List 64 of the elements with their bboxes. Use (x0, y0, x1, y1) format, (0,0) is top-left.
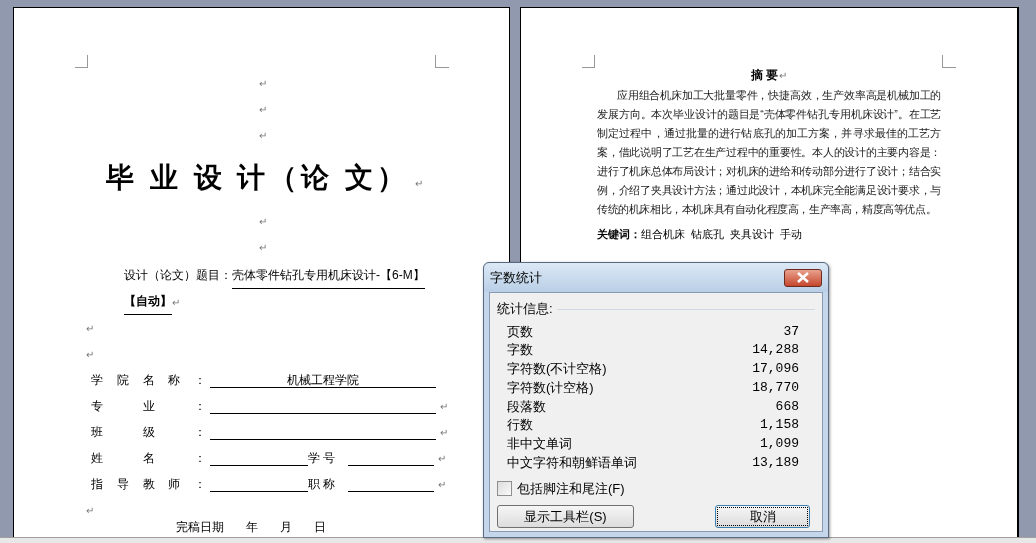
topic-label: 设计（论文）题目： (124, 267, 232, 284)
abstract-heading: 摘 要 (750, 67, 779, 84)
stat-value: 1,158 (760, 416, 799, 435)
abstract-paragraph: 应用组合机床加工大批量零件，快捷高效，生产效率高是机械加工的发展方向。本次毕业设计的题目是“壳体零件钻孔专用机床设计”。在工艺制定过程中，通过批量的进行钻底孔的加工方案，并寻求最佳的工艺方案，借此说明了工艺在生产过程中的重要性。本人的设计的主要内容是：进行了机床总体布局设计；对机床的进给和传动部分进行了设计；结合实例，介绍了夹具设计方法；通过此设计，本机床完全能满足设计要求，与传统的机床相比，本机床具有自动化程度高，生产率高，精度高等优点。 (597, 88, 941, 217)
paragraph-mark: ↵ (172, 295, 180, 310)
topic-value: 壳体零件钻孔专用机床设计-【6-M】 (232, 263, 425, 289)
horizontal-scrollbar[interactable] (0, 537, 1036, 543)
paragraph-mark: ↵ (438, 477, 446, 492)
dialog-button[interactable]: 取消 (715, 505, 810, 529)
date-label: 年 (246, 519, 258, 536)
dialog-title: 字数统计 (490, 268, 542, 287)
stat-value: 668 (775, 397, 799, 416)
paragraph-mark: ↵ (259, 128, 267, 143)
checkbox[interactable] (497, 481, 512, 497)
crop-mark (435, 55, 449, 68)
stat-value: 14,288 (752, 341, 799, 360)
stat-value: 1,099 (760, 435, 799, 454)
stat-label: 页数 (507, 322, 533, 341)
stat-label: 段落数 (507, 397, 546, 416)
crop-mark (75, 55, 88, 68)
paragraph-mark: ↵ (259, 240, 267, 255)
paragraph-mark: ↵ (440, 399, 448, 414)
paragraph-mark: ↵ (259, 214, 267, 229)
paragraph-mark: ↵ (86, 321, 94, 336)
stat-label: 中文字符和朝鲜语单词 (507, 454, 637, 473)
date-label: 日 (314, 519, 326, 536)
paragraph-mark: ↵ (438, 451, 446, 466)
document-title: 毕 业 设 计（论 文） (106, 161, 410, 195)
paragraph-mark: ↵ (86, 347, 94, 362)
keywords-label: 关键词： (597, 227, 641, 242)
stat-value: 37 (783, 322, 799, 341)
paragraph-mark: ↵ (86, 503, 94, 518)
crop-mark (582, 55, 595, 68)
topic-value: 【自动】 (124, 289, 172, 315)
stat-label: 字符数(不计空格) (507, 360, 607, 379)
field-value: 机械工程学院 (210, 372, 436, 388)
stat-label: 字数 (507, 341, 533, 360)
checkbox-label: 包括脚注和尾注(F) (517, 479, 625, 498)
paragraph-mark: ↵ (415, 176, 424, 191)
crop-mark (942, 55, 956, 68)
close-button[interactable] (784, 268, 822, 287)
paragraph-mark: ↵ (259, 102, 267, 117)
date-label: 完稿日期 (176, 519, 224, 536)
paragraph-mark: ↵ (779, 68, 788, 83)
field-label: 学院名称： (91, 372, 206, 389)
date-label: 月 (280, 519, 292, 536)
field-label: 姓名： (91, 450, 206, 467)
keywords-text: 组合机床 钻底孔 夹具设计 手动 (641, 227, 802, 242)
stat-value: 18,770 (752, 378, 799, 397)
paragraph-mark: ↵ (440, 425, 448, 440)
stat-label: 行数 (507, 416, 533, 435)
section-label: 统计信息: (497, 300, 553, 318)
field-label: 指导教师： (91, 476, 206, 493)
stat-value: 17,096 (752, 360, 799, 379)
stat-label: 非中文单词 (507, 435, 572, 454)
paragraph-mark: ↵ (259, 76, 267, 91)
field-label: 学 号 (308, 450, 337, 467)
field-label: 职 称 (308, 476, 337, 493)
close-icon (797, 272, 809, 283)
stat-value: 13,189 (752, 454, 799, 473)
stat-label: 字符数(计空格) (507, 378, 594, 397)
field-label: 专业： (91, 398, 206, 415)
dialog-button[interactable]: 显示工具栏(S) (497, 505, 634, 529)
field-label: 班级： (91, 424, 206, 441)
